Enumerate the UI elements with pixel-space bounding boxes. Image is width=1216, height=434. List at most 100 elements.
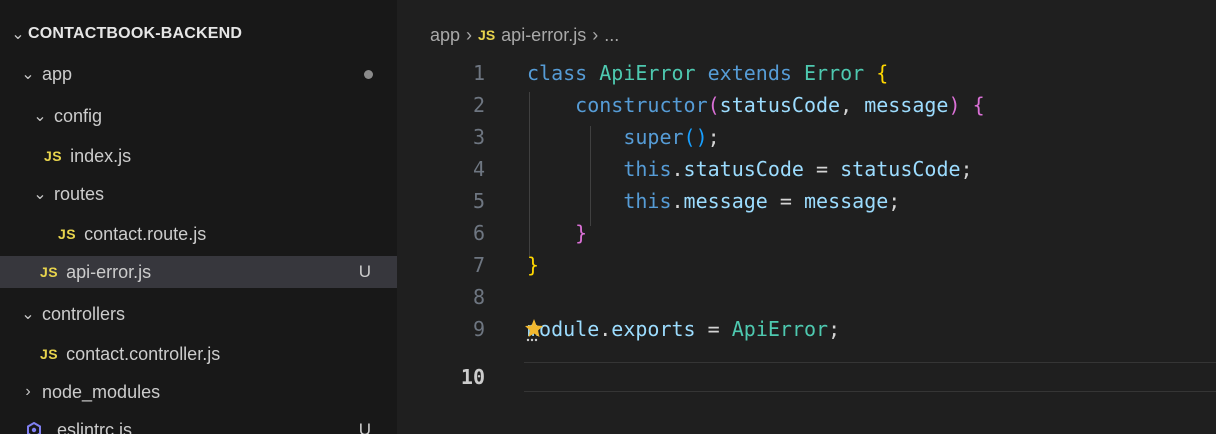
code-token: Error — [803, 61, 865, 85]
code-token: ; — [960, 157, 973, 181]
code-token: ; — [707, 125, 720, 149]
code-token: super — [623, 125, 684, 149]
code-token: ( — [683, 125, 696, 149]
chevron-down-icon: ⌄ — [21, 66, 35, 83]
tree-item-label: routes — [54, 183, 105, 204]
tree-item-app[interactable]: ⌄ app — [0, 58, 397, 90]
js-file-icon: JS — [44, 148, 63, 164]
line-number: 6 — [472, 221, 485, 245]
code-line-1: 1 class ApiError extends Error { — [397, 58, 1216, 88]
code-line-10: 10 — [397, 362, 1216, 392]
untracked-badge: U — [358, 262, 371, 281]
tree-item-index-js[interactable]: JS index.js — [0, 140, 397, 172]
code-token: . — [599, 317, 612, 341]
chevron-down-icon: ⌄ — [33, 186, 47, 203]
code-token: ; — [888, 189, 901, 213]
tree-item-label: index.js — [70, 145, 132, 166]
code-token: { — [876, 61, 889, 85]
tree-item-label: .eslintrc.js — [52, 419, 133, 434]
js-file-icon: JS — [40, 346, 59, 362]
line-number: 9 — [472, 317, 485, 341]
code-line-4: 4 this.statusCode = statusCode; — [397, 154, 1216, 184]
chevron-right-icon: › — [592, 24, 599, 45]
tree-item-contact-route-js[interactable]: JS contact.route.js — [0, 218, 397, 250]
tree-item-label: app — [42, 63, 73, 84]
chevron-down-icon: ⌄ — [21, 306, 35, 323]
code-token: . — [671, 189, 684, 213]
chevron-right-icon: › — [466, 24, 473, 45]
line-number: 4 — [472, 157, 485, 181]
code-line-9: 9 module.exports = ApiError; — [397, 314, 1216, 344]
tree-item-label: api-error.js — [66, 261, 152, 282]
code-token: . — [671, 157, 684, 181]
modified-dot-icon — [364, 70, 373, 79]
code-token: } — [527, 253, 540, 277]
tree-item-label: contact.route.js — [84, 223, 207, 244]
js-file-icon: JS — [478, 27, 496, 43]
code-line-6: 6 } — [397, 218, 1216, 248]
explorer-sidebar: ⌄ CONTACTBOOK-BACKEND ⌄ app ⌄ config JS … — [0, 0, 397, 434]
line-number: 3 — [472, 125, 485, 149]
code-line-5: 5 this.message = message; — [397, 186, 1216, 216]
code-token: = — [816, 157, 829, 181]
tree-item-contact-controller-js[interactable]: JS contact.controller.js — [0, 338, 397, 370]
code-line-8: 8 — [397, 282, 1216, 312]
code-token: statusCode — [840, 157, 961, 181]
tree-item-routes[interactable]: ⌄ routes — [0, 178, 397, 210]
breadcrumb-more[interactable]: ... — [604, 25, 619, 46]
lightbulb-icon[interactable] — [524, 318, 544, 342]
project-title: CONTACTBOOK-BACKEND — [28, 25, 243, 42]
tree-item-label: contact.controller.js — [66, 343, 221, 364]
tree-item-config[interactable]: ⌄ config — [0, 100, 397, 132]
js-file-icon: JS — [40, 264, 59, 280]
untracked-badge: U — [358, 420, 371, 434]
code-token: statusCode — [719, 93, 841, 117]
code-token: extends — [707, 61, 792, 85]
line-number: 8 — [472, 285, 485, 309]
code-token: ) — [695, 125, 708, 149]
explorer-project-header[interactable]: ⌄ CONTACTBOOK-BACKEND — [0, 18, 397, 50]
code-token: = — [707, 317, 720, 341]
code-token: message — [864, 93, 949, 117]
code-line-7: 7 } — [397, 250, 1216, 280]
js-file-icon: JS — [58, 226, 77, 242]
line-number-active: 10 — [460, 365, 485, 389]
tree-item-eslintrc[interactable]: .eslintrc.js U — [0, 414, 397, 434]
tree-item-controllers[interactable]: ⌄ controllers — [0, 298, 397, 330]
code-token: constructor — [575, 93, 708, 117]
code-line-2: 2 constructor(statusCode, message) { — [397, 90, 1216, 120]
breadcrumb-folder[interactable]: app — [430, 25, 460, 46]
code-token: ; — [828, 317, 841, 341]
line-number: 1 — [472, 61, 485, 85]
eslint-icon — [26, 421, 42, 434]
code-token: exports — [611, 317, 696, 341]
chevron-down-icon: ⌄ — [33, 108, 47, 125]
tree-item-label: controllers — [42, 303, 126, 324]
tree-item-label: node_modules — [42, 381, 161, 402]
code-line-3: 3 super(); — [397, 122, 1216, 152]
chevron-right-icon: › — [25, 383, 31, 400]
tree-item-label: config — [54, 105, 103, 126]
code-token: { — [972, 93, 985, 117]
line-number: 7 — [472, 253, 485, 277]
tree-item-api-error-js[interactable]: JS api-error.js U — [0, 256, 397, 288]
tree-item-node-modules[interactable]: › node_modules — [0, 376, 397, 408]
code-token: statusCode — [683, 157, 804, 181]
code-token: = — [779, 189, 792, 213]
code-token: ApiError — [599, 61, 696, 85]
chevron-down-icon: ⌄ — [11, 26, 25, 43]
code-token: class — [527, 61, 588, 85]
code-token: this — [623, 189, 672, 213]
code-token: message — [803, 189, 889, 213]
code-token: ) — [948, 93, 961, 117]
code-token: , — [840, 93, 853, 117]
breadcrumb: app › JS api-error.js › ... — [430, 22, 619, 48]
code-token: ( — [707, 93, 720, 117]
code-editor[interactable]: app › JS api-error.js › ... 1 class ApiE… — [397, 0, 1216, 434]
code-token: message — [683, 189, 768, 213]
line-number: 2 — [472, 93, 485, 117]
line-number: 5 — [472, 189, 485, 213]
code-token: } — [575, 221, 588, 245]
code-token: ApiError — [731, 317, 829, 341]
breadcrumb-file[interactable]: api-error.js — [501, 25, 586, 46]
